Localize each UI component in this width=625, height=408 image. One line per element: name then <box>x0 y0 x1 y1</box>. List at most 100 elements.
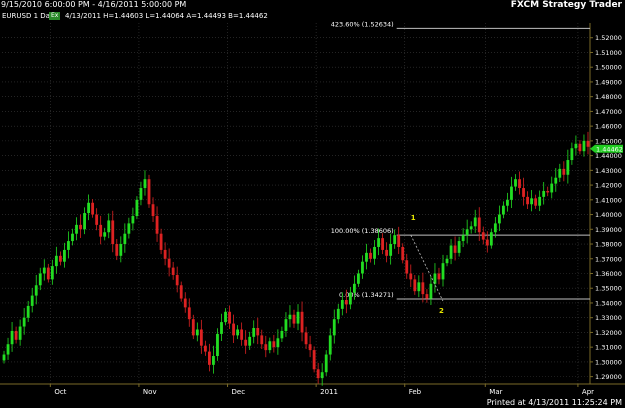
candle-body <box>179 285 183 299</box>
candle-body <box>586 140 590 147</box>
candle-body <box>506 199 509 206</box>
candle-body <box>199 329 203 346</box>
candle-body <box>417 282 421 292</box>
x-tick-label: Apr <box>582 388 594 396</box>
candle-body <box>34 285 38 296</box>
candle-body <box>562 168 566 175</box>
y-tick-label: 1.39000 <box>595 226 622 234</box>
candle-body <box>477 217 481 233</box>
candle-body <box>485 239 489 246</box>
candle-body <box>534 198 538 206</box>
x-tick-label: Oct <box>54 388 66 396</box>
price-chart[interactable]: 1.52000 1.51000 1.50000 1.49000 1.48000 1.470… <box>0 0 625 408</box>
candle-body <box>139 188 143 200</box>
candle-body <box>276 338 280 348</box>
candle-body <box>163 249 167 259</box>
candle-body <box>320 372 324 379</box>
candle-body <box>244 339 248 346</box>
candle-body <box>514 179 517 187</box>
candle-body <box>71 233 74 242</box>
candle-body <box>10 330 14 345</box>
candle-body <box>304 332 308 345</box>
fib-level-label: 100.00% (1.38606) <box>331 227 394 235</box>
y-tick-label: 1.35000 <box>595 285 622 293</box>
candle-body <box>107 220 111 233</box>
candle-body <box>67 241 70 250</box>
candle-body <box>324 354 328 373</box>
y-tick-label: 1.47000 <box>595 108 622 116</box>
candle-body <box>195 329 199 336</box>
candle-body <box>373 246 376 259</box>
candle-body <box>413 279 417 292</box>
candle-body <box>393 235 397 245</box>
candle-body <box>389 244 393 256</box>
candle-body <box>570 148 574 161</box>
y-tick-label: 1.32000 <box>595 329 622 337</box>
candle-body <box>63 249 66 262</box>
fib-point-label: 2 <box>439 307 444 315</box>
candle-body <box>18 326 22 340</box>
candle-body <box>288 314 292 320</box>
candle-body <box>216 333 219 357</box>
candle-body <box>510 186 513 200</box>
candle-body <box>369 252 372 259</box>
candle-body <box>522 188 525 197</box>
candle-body <box>232 323 235 336</box>
candle-body <box>425 294 429 299</box>
candle-body <box>135 199 139 217</box>
candle-body <box>131 216 135 224</box>
y-tick-label: 1.52000 <box>595 34 622 42</box>
candle-body <box>115 244 119 256</box>
candle-body <box>99 224 103 237</box>
y-tick-label: 1.48000 <box>595 93 622 101</box>
fib-level-label: 423.60% (1.52634) <box>331 20 394 28</box>
candle-body <box>151 204 155 217</box>
candle-body <box>224 311 227 323</box>
candle-body <box>566 160 570 175</box>
candle-body <box>336 308 340 320</box>
candle-body <box>441 263 445 280</box>
candle-body <box>240 329 244 340</box>
candle-body <box>280 330 284 339</box>
candle-body <box>187 307 191 320</box>
y-tick-label: 1.33000 <box>595 314 622 322</box>
candle-body <box>58 255 62 262</box>
candle-body <box>95 214 99 225</box>
candle-body <box>272 341 276 348</box>
candle-body <box>453 245 457 253</box>
candle-body <box>6 344 10 355</box>
candle-body <box>582 140 586 152</box>
candle-body <box>409 273 413 280</box>
candle-body <box>38 273 42 286</box>
candle-body <box>46 267 50 280</box>
candle-body <box>530 198 534 205</box>
candle-body <box>22 317 26 327</box>
candle-body <box>183 298 187 308</box>
candle-body <box>236 329 240 336</box>
y-tick-label: 1.45000 <box>595 137 622 145</box>
y-tick-label: 1.30000 <box>595 358 622 366</box>
y-tick-label: 1.29000 <box>595 373 622 381</box>
fib-level-label: 0.00% (1.34271) <box>339 291 394 299</box>
candle-body <box>228 311 231 324</box>
candle-body <box>361 261 364 274</box>
candle-body <box>332 319 336 336</box>
candle-body <box>357 273 360 284</box>
candle-body <box>481 232 485 240</box>
y-tick-label: 1.49000 <box>595 78 622 86</box>
candle-body <box>445 258 449 264</box>
candle-body <box>91 202 95 215</box>
candle-body <box>348 292 352 305</box>
candle-body <box>292 314 296 324</box>
candle-body <box>54 255 58 267</box>
candle-body <box>397 235 401 247</box>
candle-body <box>465 229 469 236</box>
candle-body <box>123 233 127 245</box>
candle-body <box>469 226 473 230</box>
candle-body <box>103 232 107 237</box>
candle-body <box>26 305 30 318</box>
y-tick-label: 1.50000 <box>595 64 622 72</box>
candle-body <box>2 354 6 361</box>
fib-point-label: 1 <box>411 214 416 222</box>
candle-body <box>352 283 356 293</box>
